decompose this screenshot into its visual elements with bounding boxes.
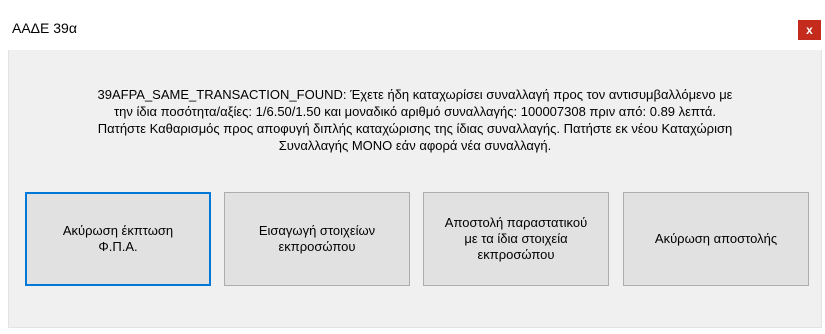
dialog-body: 39AFPA_SAME_TRANSACTION_FOUND: Έχετε ήδη… — [8, 50, 822, 328]
title-bar[interactable]: ΑΑΔΕ 39α x — [0, 0, 825, 50]
close-button[interactable]: x — [798, 20, 821, 40]
error-message: 39AFPA_SAME_TRANSACTION_FOUND: Έχετε ήδη… — [97, 87, 733, 153]
dialog-window: ΑΑΔΕ 39α x 39AFPA_SAME_TRANSACTION_FOUND… — [0, 0, 825, 334]
window-title: ΑΑΔΕ 39α — [12, 20, 77, 36]
cancel-vat-discount-button[interactable]: Ακύρωση έκπτωση Φ.Π.Α. — [25, 192, 211, 286]
enter-representative-button[interactable]: Εισαγωγή στοιχείων εκπροσώπου — [224, 192, 410, 286]
send-same-representative-button[interactable]: Αποστολή παραστατικού με τα ίδια στοιχεί… — [423, 192, 609, 286]
cancel-send-button[interactable]: Ακύρωση αποστολής — [623, 192, 809, 286]
